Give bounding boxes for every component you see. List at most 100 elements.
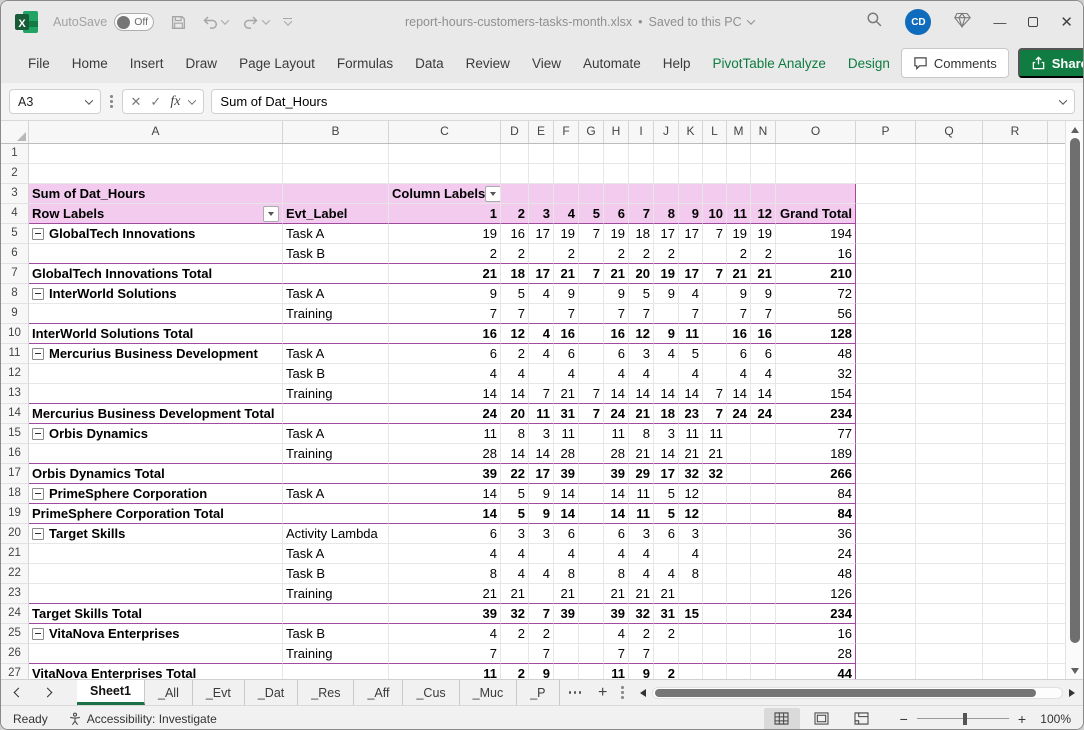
cell-F11[interactable]: 6 — [554, 344, 579, 364]
menu-item-draw[interactable]: Draw — [186, 56, 218, 71]
cell-E13[interactable]: 7 — [529, 384, 554, 404]
cell-D8[interactable]: 5 — [501, 284, 529, 304]
cell-F25[interactable] — [554, 624, 579, 644]
cell-C5[interactable]: 19 — [389, 224, 501, 244]
cell-F4[interactable]: 4 — [554, 204, 579, 224]
cell-J24[interactable]: 31 — [654, 604, 679, 624]
cell-C11[interactable]: 6 — [389, 344, 501, 364]
page-layout-view-button[interactable] — [804, 708, 840, 730]
sheet-tab-p[interactable]: _P — [517, 680, 559, 705]
collapse-button[interactable] — [32, 488, 44, 500]
undo-button[interactable] — [201, 14, 228, 30]
row-header-13[interactable]: 13 — [1, 384, 29, 404]
sheet-nav-left-icon[interactable] — [14, 688, 24, 698]
row-header-14[interactable]: 14 — [1, 404, 29, 424]
normal-view-button[interactable] — [764, 708, 800, 730]
cell-N1[interactable] — [751, 144, 776, 164]
cell-L5[interactable]: 7 — [703, 224, 727, 244]
cell-L6[interactable] — [703, 244, 727, 264]
cell-K1[interactable] — [679, 144, 703, 164]
cell-G2[interactable] — [579, 164, 604, 184]
cell-O4[interactable]: Grand Total — [776, 204, 856, 224]
cell-C17[interactable]: 39 — [389, 464, 501, 484]
cell-P22[interactable] — [856, 564, 916, 584]
cell-R16[interactable] — [983, 444, 1048, 464]
cell-G19[interactable] — [579, 504, 604, 524]
cell-D3[interactable] — [501, 184, 529, 204]
cell-I4[interactable]: 7 — [629, 204, 654, 224]
menu-item-review[interactable]: Review — [466, 56, 510, 71]
cell-K14[interactable]: 23 — [679, 404, 703, 424]
cell-P13[interactable] — [856, 384, 916, 404]
collapse-button[interactable] — [32, 348, 44, 360]
cell-A23[interactable] — [29, 584, 283, 604]
cell-P12[interactable] — [856, 364, 916, 384]
cell-B20[interactable]: Activity Lambda — [283, 524, 389, 544]
cell-E22[interactable]: 4 — [529, 564, 554, 584]
cell-P4[interactable] — [856, 204, 916, 224]
cell-J1[interactable] — [654, 144, 679, 164]
cell-J6[interactable]: 2 — [654, 244, 679, 264]
cell-R24[interactable] — [983, 604, 1048, 624]
cell-O16[interactable]: 189 — [776, 444, 856, 464]
cell-H15[interactable]: 11 — [604, 424, 629, 444]
cell-K15[interactable]: 11 — [679, 424, 703, 444]
cell-D6[interactable]: 2 — [501, 244, 529, 264]
cell-O22[interactable]: 48 — [776, 564, 856, 584]
cell-H21[interactable]: 4 — [604, 544, 629, 564]
cell-A11[interactable]: Mercurius Business Development — [29, 344, 283, 364]
cell-C14[interactable]: 24 — [389, 404, 501, 424]
cell-H22[interactable]: 8 — [604, 564, 629, 584]
cell-B12[interactable]: Task B — [283, 364, 389, 384]
cell-B27[interactable] — [283, 664, 389, 679]
cell-M4[interactable]: 11 — [727, 204, 751, 224]
cell-F16[interactable]: 28 — [554, 444, 579, 464]
cell-R9[interactable] — [983, 304, 1048, 324]
cell-F12[interactable]: 4 — [554, 364, 579, 384]
cell-K18[interactable]: 12 — [679, 484, 703, 504]
menu-item-automate[interactable]: Automate — [583, 56, 641, 71]
cell-M23[interactable] — [727, 584, 751, 604]
cell-G6[interactable] — [579, 244, 604, 264]
cell-K6[interactable] — [679, 244, 703, 264]
cell-I13[interactable]: 14 — [629, 384, 654, 404]
cell-O8[interactable]: 72 — [776, 284, 856, 304]
row-header-22[interactable]: 22 — [1, 564, 29, 584]
menu-item-formulas[interactable]: Formulas — [337, 56, 393, 71]
cell-A20[interactable]: Target Skills — [29, 524, 283, 544]
cell-O15[interactable]: 77 — [776, 424, 856, 444]
column-header-Q[interactable]: Q — [916, 121, 983, 143]
cell-P24[interactable] — [856, 604, 916, 624]
cell-L24[interactable] — [703, 604, 727, 624]
cell-A5[interactable]: GlobalTech Innovations — [29, 224, 283, 244]
cell-E15[interactable]: 3 — [529, 424, 554, 444]
cell-I6[interactable]: 2 — [629, 244, 654, 264]
cell-Q13[interactable] — [916, 384, 983, 404]
cell-B4[interactable]: Evt_Label — [283, 204, 389, 224]
formula-bar-expand-icon[interactable] — [1059, 96, 1067, 104]
cell-I27[interactable]: 9 — [629, 664, 654, 679]
row-header-4[interactable]: 4 — [1, 204, 29, 224]
cell-O25[interactable]: 16 — [776, 624, 856, 644]
row-header-2[interactable]: 2 — [1, 164, 29, 184]
cell-L3[interactable] — [703, 184, 727, 204]
cell-M25[interactable] — [727, 624, 751, 644]
zoom-level[interactable]: 100% — [1035, 712, 1071, 726]
collapse-button[interactable] — [32, 228, 44, 240]
cell-G26[interactable] — [579, 644, 604, 664]
comments-button[interactable]: Comments — [901, 48, 1009, 78]
cell-D19[interactable]: 5 — [501, 504, 529, 524]
cell-D25[interactable]: 2 — [501, 624, 529, 644]
cell-C4[interactable]: 1 — [389, 204, 501, 224]
cell-L26[interactable] — [703, 644, 727, 664]
row-header-24[interactable]: 24 — [1, 604, 29, 624]
cell-G17[interactable] — [579, 464, 604, 484]
row-header-8[interactable]: 8 — [1, 284, 29, 304]
cell-J10[interactable]: 9 — [654, 324, 679, 344]
cell-F1[interactable] — [554, 144, 579, 164]
cell-K10[interactable]: 11 — [679, 324, 703, 344]
cell-F27[interactable] — [554, 664, 579, 679]
cell-J17[interactable]: 17 — [654, 464, 679, 484]
zoom-out-button[interactable]: − — [900, 711, 908, 727]
cell-D1[interactable] — [501, 144, 529, 164]
